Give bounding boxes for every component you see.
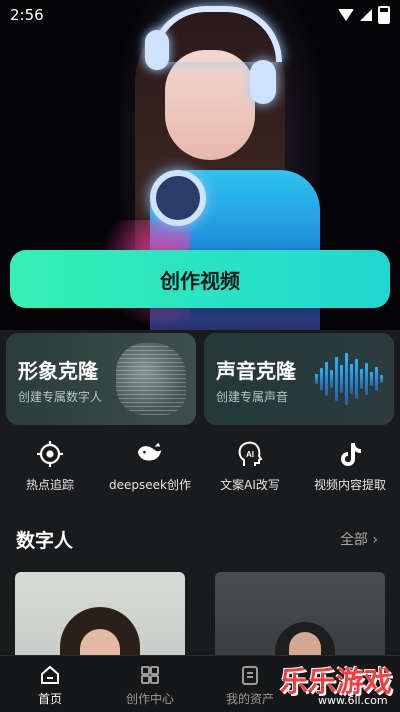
ai-head-icon: AI <box>236 440 264 468</box>
quick-video-extract[interactable]: 视频内容提取 <box>300 440 400 504</box>
section-title: 数字人 <box>16 530 74 552</box>
card-title: 形象克隆 <box>18 359 98 383</box>
card-avatar-clone[interactable]: 形象克隆 创建专属数字人 <box>6 333 196 425</box>
card-subtitle: 创建专属声音 <box>216 390 289 404</box>
quick-copy-ai-rewrite[interactable]: AI 文案AI改写 <box>200 440 300 504</box>
card-voice-clone[interactable]: 声音克隆 创建专属声音 <box>204 333 394 425</box>
grid-icon <box>139 664 161 686</box>
headphone-left <box>145 30 169 70</box>
quick-label: deepseek创作 <box>109 478 191 492</box>
card-subtitle: 创建专属数字人 <box>18 390 103 404</box>
card-title: 声音克隆 <box>216 359 296 383</box>
status-icons <box>338 6 390 24</box>
document-icon <box>239 664 261 686</box>
avatar-image <box>60 607 140 662</box>
quick-label: 热点追踪 <box>25 478 74 492</box>
quick-hot-tracking[interactable]: 热点追踪 <box>0 440 100 504</box>
digital-human-card[interactable] <box>15 572 185 662</box>
tiktok-icon <box>336 440 364 468</box>
quick-label: 视频内容提取 <box>313 478 386 492</box>
tab-home[interactable]: 首页 <box>0 656 100 712</box>
headphone-cup <box>150 170 206 226</box>
home-icon <box>39 664 61 686</box>
quick-actions: 热点追踪 deepseek创作 AI 文案AI改写 视频内容提取 <box>0 440 400 504</box>
hero-figure-face <box>165 50 255 160</box>
view-all-label: 全部 <box>339 532 368 548</box>
quick-deepseek[interactable]: deepseek创作 <box>100 440 200 504</box>
create-video-button[interactable]: 创作视频 <box>10 250 390 308</box>
digital-human-card[interactable] <box>215 572 385 662</box>
status-time: 2:56 <box>10 6 44 24</box>
digital-head-icon <box>116 343 186 415</box>
quick-label: 文案AI改写 <box>220 478 280 492</box>
whale-icon <box>136 440 164 468</box>
tab-label: 首页 <box>37 692 62 706</box>
target-icon <box>36 440 64 468</box>
svg-text:AI: AI <box>246 450 254 459</box>
chevron-right-icon: › <box>372 532 378 548</box>
signal-icon <box>360 9 372 21</box>
tab-label: 我的资产 <box>225 692 274 706</box>
tab-label: 创作中心 <box>125 692 174 706</box>
status-bar: 2:56 <box>0 0 400 28</box>
battery-icon <box>378 6 390 24</box>
sound-wave-icon <box>314 343 384 415</box>
tab-creation-center[interactable]: 创作中心 <box>100 656 200 712</box>
section-header: 数字人 全部 › <box>16 526 384 552</box>
view-all-link[interactable]: 全部 › <box>340 529 378 549</box>
wifi-icon <box>338 9 354 21</box>
watermark-url: www.6ll.com <box>318 694 388 707</box>
headphone-right <box>250 60 276 104</box>
